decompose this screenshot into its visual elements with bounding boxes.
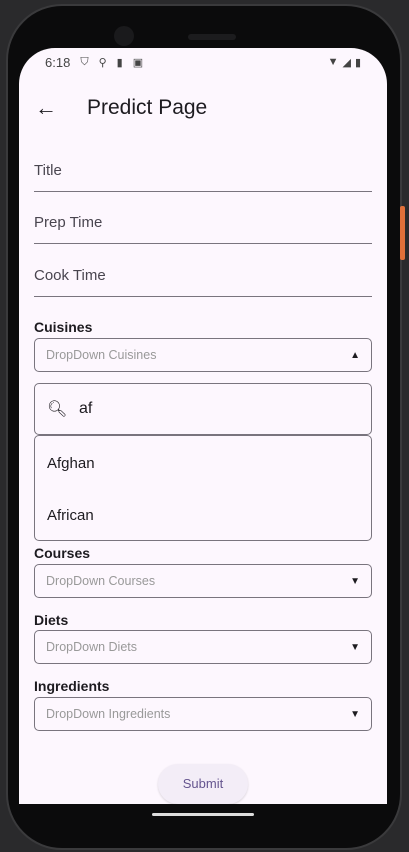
title-input[interactable]: Title [34,140,372,192]
home-indicator[interactable] [152,813,254,816]
status-time: 6:18 [45,54,71,70]
battery-icon: ▮ [354,56,361,69]
usb-icon: ⚲ [98,56,107,69]
courses-dropdown[interactable]: DropDown Courses ▼ [34,564,372,598]
ingredients-dropdown[interactable]: DropDown Ingredients ▼ [34,697,372,731]
signal-icon: ◢ [342,56,351,69]
courses-label: Courses [34,545,91,561]
caret-down-icon: ▼ [350,576,360,587]
cuisines-search-input[interactable]: 🔍︎ af [34,383,372,435]
cuisines-placeholder: DropDown Cuisines [46,348,157,362]
speaker [188,34,236,40]
ingredients-label: Ingredients [34,678,110,694]
search-value: af [79,400,93,417]
search-icon: 🔍︎ [47,401,68,418]
list-item[interactable]: Afghan [35,436,371,488]
screen: 6:18 ⛉ ⚲ ▮ ▣ ▼ ◢ ▮ ← Predict Page Title Pr… [19,48,387,804]
sd-card-icon: ▮ [116,56,123,69]
ingredients-placeholder: DropDown Ingredients [46,707,171,721]
cuisines-options-list: Afghan African [34,435,372,541]
cook-time-input[interactable]: Cook Time [34,245,372,297]
submit-button[interactable]: Submit [158,764,248,804]
app-bar: ← Predict Page [19,84,387,132]
page-title: Predict Page [87,96,208,119]
cuisines-label: Cuisines [34,319,93,335]
diets-dropdown[interactable]: DropDown Diets ▼ [34,630,372,664]
courses-placeholder: DropDown Courses [46,574,156,588]
list-item[interactable]: African [35,488,371,540]
caret-down-icon: ▼ [350,709,360,720]
camera [114,26,134,46]
shield-icon: ⛉ [80,55,89,68]
diets-label: Diets [34,612,69,628]
notification-icon: ▣ [132,56,144,69]
cuisines-dropdown[interactable]: DropDown Cuisines ▲ [34,338,372,372]
power-button[interactable] [400,206,405,260]
back-arrow-icon[interactable]: ← [35,95,57,121]
caret-down-icon: ▼ [350,642,360,653]
prep-time-input[interactable]: Prep Time [34,192,372,244]
wifi-icon: ▼ [327,55,339,68]
status-bar: 6:18 ⛉ ⚲ ▮ ▣ ▼ ◢ ▮ [45,54,361,70]
caret-up-icon: ▲ [350,350,360,361]
diets-placeholder: DropDown Diets [46,640,138,654]
